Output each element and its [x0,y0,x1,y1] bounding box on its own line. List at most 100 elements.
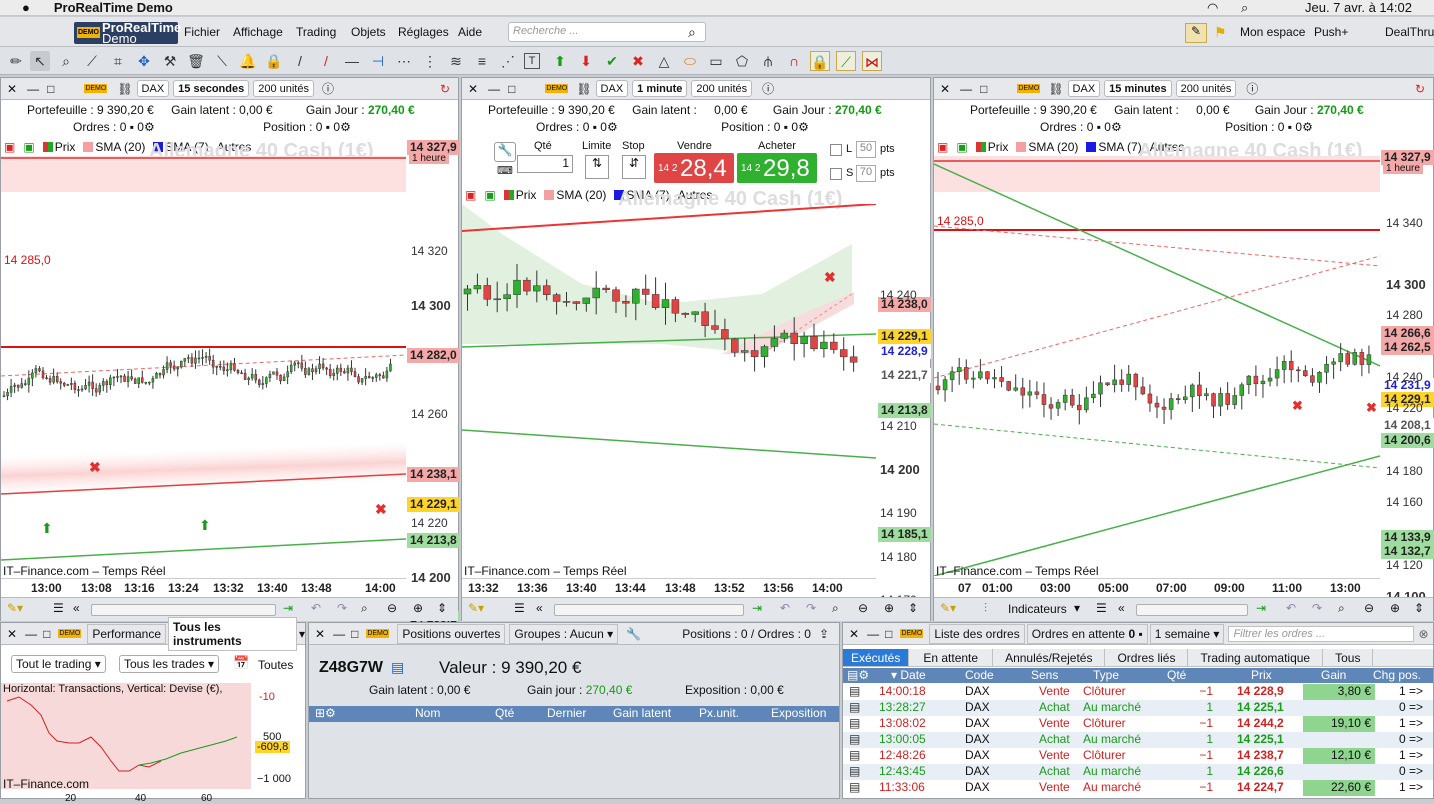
polygon-icon[interactable]: ⬠ [732,51,752,71]
pattern-icon[interactable]: ⟋ [836,51,856,71]
search-icon[interactable]: ⌕ [688,24,696,41]
period-label[interactable]: Toutes [258,658,293,672]
undo-icon[interactable]: ↶ [780,601,790,615]
measure-icon[interactable]: ⌗ [108,51,128,71]
indicator-sma20[interactable]: SMA (20) [1013,140,1081,154]
minimize-icon[interactable]: — [488,82,500,96]
tab-en-attente[interactable]: En attente [909,649,994,666]
indicator-sma7[interactable]: SMA (7) [1083,140,1144,154]
scroll-left-icon[interactable]: « [536,601,543,615]
col-gain-latent[interactable]: Gain latent [613,706,671,720]
performance-title[interactable]: Performance [87,623,167,644]
lock-icon[interactable]: 🔒 [264,51,284,71]
indicator-sma20[interactable]: SMA (20) [80,140,148,154]
refresh-icon[interactable]: ↻ [440,82,450,96]
scroll-end-icon[interactable]: ⇥ [752,601,762,615]
limit-checkbox[interactable] [830,144,842,156]
expand-icon[interactable]: ▣ [481,188,498,202]
search-icon[interactable]: ⌕ [1241,0,1248,16]
info-icon[interactable]: ⓘ [322,80,334,97]
lock-drawing-icon[interactable]: 🔒 [810,51,830,71]
close-icon[interactable]: ✕ [315,627,325,641]
zoom-in-icon[interactable]: ⊕ [413,601,423,615]
collapse-icon[interactable]: ▣ [1,140,18,154]
close-icon[interactable]: ✕ [7,627,17,641]
limit-points-input[interactable]: 50 [856,141,876,158]
buy-arrow-icon[interactable]: ⬆ [550,51,570,71]
table-settings-icon[interactable]: ▤⚙ [847,668,869,682]
col-qte[interactable]: Qté [1167,668,1186,682]
menu-icon[interactable]: ☰ [514,601,525,615]
text-icon[interactable]: ⋯ [394,51,414,71]
indicator-prix[interactable]: Prix [501,188,540,202]
ruler-icon[interactable]: ⟋ [82,51,102,71]
col-chg-pos[interactable]: Chg pos. [1373,668,1421,682]
tab-ordres-lies[interactable]: Ordres liés [1105,649,1189,666]
wrench-icon[interactable]: 🔧 [626,627,641,641]
redo-icon[interactable]: ↷ [337,601,347,615]
orders-filter-input[interactable]: Filtrer les ordres ... [1228,625,1415,642]
orders-title[interactable]: Liste des ordres [929,623,1025,644]
tab-trading-auto[interactable]: Trading automatique [1188,649,1324,666]
menu-icon[interactable]: ☰ [53,601,64,615]
fibonacci-icon[interactable]: ≋ [446,51,466,71]
timeframe-select[interactable]: 1 minute [632,80,688,97]
stop-order-icon[interactable]: ⇵ [622,155,646,179]
account-icon[interactable]: ▤ [391,659,404,676]
close-icon[interactable]: ⊗ [1418,627,1428,641]
scale-icon[interactable]: ⇕ [908,601,918,615]
stop-checkbox[interactable] [830,168,842,180]
keyboard-icon[interactable]: ⌨ [497,164,513,177]
horizontal-scrollbar[interactable] [91,604,276,616]
zoom-fit-icon[interactable]: ⌕ [832,601,839,616]
table-row[interactable]: ▤ 12:48:26 DAX Vente Clôturer −1 14 238,7 1 => 1… [843,748,1433,764]
col-px-unit[interactable]: Px.unit. [699,706,739,720]
table-row[interactable]: ▤ 13:28:27 DAX Achat Au marché 1 14 225,1 0 => [843,700,1433,716]
indicators-button[interactable]: Indicateurs [1008,602,1067,616]
tab-executes[interactable]: Exécutés [843,649,910,666]
scale-icon[interactable]: ⇕ [1414,601,1424,615]
scroll-left-icon[interactable]: « [1118,601,1125,615]
minimize-icon[interactable]: — [333,627,345,641]
col-nom[interactable]: Nom [415,706,440,720]
rectangle-icon[interactable]: ▭ [706,51,726,71]
menu-affichage[interactable]: Affichage [233,25,283,39]
tab-tous[interactable]: Tous [1323,649,1374,666]
instrument-select[interactable]: DAX [136,80,170,97]
magnet-icon[interactable]: ∩ [784,51,804,71]
collapse-icon[interactable]: ▣ [462,188,479,202]
calendar-icon[interactable]: 📅 [233,655,249,671]
units-select[interactable]: 200 unités [253,80,314,97]
link-icon[interactable]: ⛓ [576,82,591,96]
limit-order-icon[interactable]: ⇅ [585,155,609,179]
stop-points-input[interactable]: 70 [856,165,876,182]
horizontal-scrollbar[interactable] [1136,604,1248,616]
zoom-out-icon[interactable]: ⊖ [858,601,868,615]
cursor-icon[interactable]: ↖ [30,51,50,71]
zoom-out-icon[interactable]: ⊖ [1364,601,1374,615]
collapse-icon[interactable]: ▣ [934,140,951,154]
check-icon[interactable]: ✔ [602,51,622,71]
col-type[interactable]: Type [1093,668,1119,682]
push-button[interactable]: Push+ [1314,25,1348,39]
menu-aide[interactable]: Aide [458,25,482,39]
cross-icon[interactable]: ✖ [628,51,648,71]
red-trendline-icon[interactable]: / [316,51,336,71]
mon-espace-button[interactable]: Mon espace [1240,25,1305,39]
dealthru-button[interactable]: DealThru [1385,25,1434,39]
app-name[interactable]: ProRealTime Demo [54,0,173,15]
col-qte[interactable]: Qté [495,706,514,720]
chevron-down-icon[interactable]: ▾ [299,627,305,641]
link-icon[interactable]: ⛓ [117,82,132,96]
indicator-prix[interactable]: Prix [40,140,79,154]
channel-icon[interactable]: ⋮ [420,51,440,71]
col-exposition[interactable]: Exposition [771,706,826,720]
undo-icon[interactable]: ↶ [1286,601,1296,615]
trading-filter-select[interactable]: Tout le trading ▾ [11,655,106,673]
minimize-icon[interactable]: — [867,627,879,641]
table-row[interactable]: ▤ 13:08:02 DAX Vente Clôturer −1 14 244,2 1 => 1… [843,716,1433,732]
table-row[interactable]: ▤ 14:00:18 DAX Vente Clôturer −1 14 228,9 1 => 3… [843,684,1433,700]
maximize-icon[interactable]: □ [885,627,892,641]
table-row[interactable]: ▤ 12:43:45 DAX Achat Au marché 1 14 226,6 0 => [843,764,1433,780]
units-select[interactable]: 200 unités [691,80,753,97]
